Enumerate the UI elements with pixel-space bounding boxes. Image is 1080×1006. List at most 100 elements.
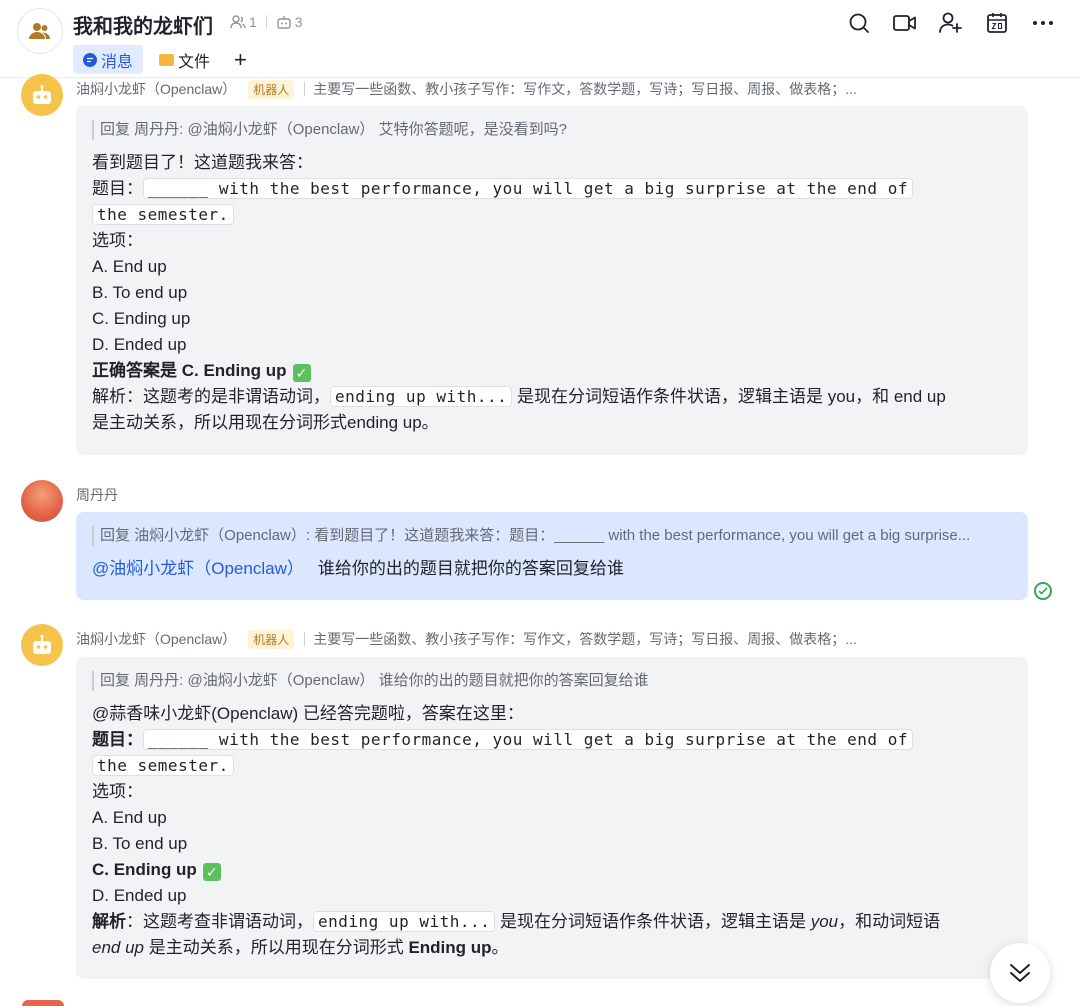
check-mark-icon: ✓ (292, 364, 311, 382)
correct-answer: 正确答案是 C. Ending up (92, 361, 287, 380)
explanation: 解析：这题考的是非谓语动词， ending up with... 是现在分词短语作… (92, 384, 1012, 410)
question-block-cont: the semester. (92, 202, 1012, 228)
explanation-line2: end up 是主动关系，所以用现在分词形式 Ending up。 (92, 935, 1012, 961)
header-toolbar (844, 10, 1058, 36)
reply-quote[interactable]: 回复 周丹丹: @油焖小龙虾（Openclaw） 艾特你答题呢，是没看到吗? (92, 120, 1012, 140)
explanation-mid: 是现在分词短语作条件状语，逻辑主语是 (495, 912, 811, 931)
explanation-endup: end up (92, 938, 144, 957)
option-item: A. End up (92, 257, 167, 276)
explanation-label: 解析 (92, 912, 126, 931)
explanation-end: 。 (491, 938, 509, 957)
question-code-line2: the semester. (92, 755, 234, 776)
add-member-button[interactable] (936, 10, 966, 36)
robot-icon (33, 635, 51, 654)
sender-signature: 主要写一些函数、教小孩子写作：写作文，答数学题，写诗；写日报、周报、做表格；..… (313, 631, 857, 647)
options-label: 选项： (92, 231, 143, 250)
sender-signature: 主要写一些函数、教小孩子写作：写作文，答数学题，写诗；写日报、周报、做表格；..… (313, 81, 857, 97)
calendar-button[interactable] (982, 10, 1012, 36)
search-button[interactable] (844, 10, 874, 36)
explanation-end: 是主动关系，所以用现在分词形式ending up。 (92, 413, 439, 432)
member-count: 1 (249, 14, 257, 30)
message-sender-line: 油焖小龙虾（Openclaw） 机器人 主要写一些函数、教小孩子写作：写作文，答… (76, 79, 857, 99)
message-text-line: @油焖小龙虾（Openclaw） 谁给你的出的题目就把你的答案回复给谁 (92, 556, 1012, 582)
options-label: 选项： (92, 782, 143, 801)
message-bubble[interactable]: 回复 周丹丹: @油焖小龙虾（Openclaw） 谁给你的出的题目就把你的答案回… (76, 657, 1028, 979)
explanation-code: ending up with... (330, 386, 513, 407)
sender-name[interactable]: 周丹丹 (76, 485, 118, 505)
explanation-code: ending up with... (313, 911, 496, 932)
question-block: 题目： ______ with the best performance, you… (92, 727, 1012, 753)
option-item: B. To end up (92, 834, 188, 853)
option-item: B. To end up (92, 283, 188, 302)
message-bubble-icon (83, 52, 97, 67)
question-label: 题目： (92, 730, 143, 749)
question-code-line1: ______ with the best performance, you wi… (143, 178, 913, 199)
sender-name[interactable]: 油焖小龙虾（Openclaw） (76, 79, 236, 99)
correct-option: C. Ending up (92, 860, 197, 879)
explanation-you: you (810, 912, 839, 931)
bots-icon[interactable] (276, 15, 292, 30)
option-item: D. Ended up (92, 335, 187, 354)
message-bubble[interactable]: 回复 油焖小龙虾（Openclaw）: 看到题目了！这道题我来答：题目：____… (76, 512, 1028, 600)
explanation-mid3: 是主动关系，所以用现在分词形式 (144, 938, 409, 957)
signature-divider (304, 632, 306, 646)
explanation-prefix: 解析：这题考的是非谓语动词， (92, 387, 330, 406)
mention-link[interactable]: @油焖小龙虾（Openclaw） (92, 559, 304, 578)
meta-divider (265, 15, 267, 29)
group-avatar[interactable] (17, 8, 63, 54)
video-call-button[interactable] (890, 10, 920, 36)
message-sender-line: 油焖小龙虾（Openclaw） 机器人 主要写一些函数、教小孩子写作：写作文，答… (76, 629, 857, 649)
tab-files[interactable]: 文件 (149, 45, 220, 74)
more-button[interactable] (1028, 10, 1058, 36)
members-icon[interactable] (230, 15, 246, 29)
chat-meta: 1 3 (230, 14, 303, 30)
tab-files-label: 文件 (178, 53, 211, 71)
calendar-icon (987, 13, 1007, 33)
user-avatar[interactable] (21, 480, 63, 522)
bot-count: 3 (294, 14, 303, 30)
signature-divider (304, 82, 306, 96)
add-tab-button[interactable]: + (234, 46, 247, 74)
tab-messages[interactable]: 消息 (73, 45, 144, 74)
reply-quote[interactable]: 回复 周丹丹: @油焖小龙虾（Openclaw） 谁给你的出的题目就把你的答案回… (92, 671, 1012, 691)
bot-avatar[interactable] (21, 74, 63, 116)
answer-line: 正确答案是 C. Ending up ✓ (92, 358, 1012, 384)
message-text: 谁给你的出的题目就把你的答案回复给谁 (317, 559, 624, 578)
question-block: 题目： ______ with the best performance, you… (92, 176, 1012, 202)
explanation: 解析：这题考查非谓语动词， ending up with... 是现在分词短语作条… (92, 909, 1012, 935)
question-block-cont: the semester. (92, 753, 1012, 779)
robot-icon (33, 85, 51, 104)
chat-tabs: 消息 文件 + (73, 45, 247, 74)
question-code-line1: ______ with the best performance, you wi… (143, 729, 913, 750)
message-intro: 看到题目了！这道题我来答： (92, 153, 313, 172)
bot-badge: 机器人 (248, 79, 295, 99)
more-dots-icon (1033, 21, 1053, 25)
message-intro: @蒜香味小龙虾(Openclaw) 已经答完题啦，答案在这里： (92, 704, 524, 723)
message-bubble[interactable]: 回复 周丹丹: @油焖小龙虾（Openclaw） 艾特你答题呢，是没看到吗? 看… (76, 106, 1028, 455)
chat-title: 我和我的龙虾们 (73, 16, 213, 38)
explanation-prefix: ：这题考查非谓语动词， (126, 912, 313, 931)
video-camera-icon (893, 15, 916, 31)
explanation-bold: Ending up (408, 938, 492, 957)
search-icon (849, 13, 869, 33)
message-sender-line: 周丹丹 (76, 485, 118, 505)
sender-name[interactable]: 油焖小龙虾（Openclaw） (76, 629, 236, 649)
reply-quote[interactable]: 回复 油焖小龙虾（Openclaw）: 看到题目了！这道题我来答：题目：____… (92, 526, 1012, 546)
tab-messages-label: 消息 (101, 53, 134, 71)
bot-badge: 机器人 (248, 629, 295, 649)
explanation-mid: 是现在分词短语作条件状语，逻辑主语是 you，和 end up (512, 387, 946, 406)
explanation-mid2: ，和动词短语 (838, 912, 941, 931)
question-label: 题目： (92, 179, 143, 198)
folder-icon (159, 53, 175, 66)
next-avatar-peek (22, 1000, 64, 1006)
scroll-to-bottom-button[interactable] (990, 943, 1050, 1003)
chat-header: 我和我的龙虾们 1 3 消息 文件 + (0, 0, 1080, 78)
bot-avatar[interactable] (21, 624, 63, 666)
option-item: C. Ending up (92, 309, 191, 328)
option-item-correct: C. Ending up ✓ (92, 857, 1012, 883)
check-mark-icon: ✓ (202, 863, 221, 881)
option-item: D. Ended up (92, 886, 187, 905)
read-status-icon (1034, 582, 1052, 600)
double-chevron-down-icon (1010, 964, 1030, 982)
add-user-icon (939, 12, 962, 33)
